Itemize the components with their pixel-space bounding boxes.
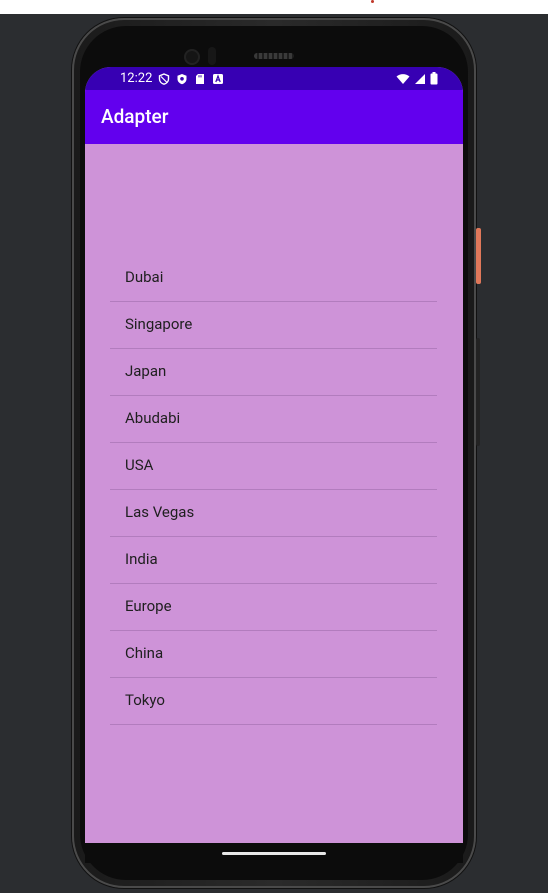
volume-rocker[interactable]: [476, 338, 480, 446]
list-item[interactable]: Tokyo: [110, 678, 437, 725]
status-system-icons: [396, 71, 438, 86]
list-item-label: Europe: [125, 597, 172, 615]
device-screen: 12:22 Adapter Dubai Singapore Japan Abud…: [85, 67, 463, 843]
cell-signal-icon: [415, 73, 425, 84]
list-item[interactable]: Las Vegas: [110, 490, 437, 537]
sd-card-icon: [196, 73, 204, 84]
list-item-label: Tokyo: [125, 691, 165, 709]
list-item-label: Japan: [125, 362, 167, 380]
top-marker-dot: [371, 0, 374, 3]
text-a-icon: [213, 73, 223, 84]
proximity-sensor: [208, 47, 216, 65]
home-gesture-handle[interactable]: [222, 852, 326, 855]
list-item[interactable]: Abudabi: [110, 396, 437, 443]
status-time: 12:22: [120, 71, 153, 86]
list-item-label: Dubai: [125, 268, 164, 286]
list-item-label: India: [125, 550, 158, 568]
list-item[interactable]: Japan: [110, 349, 437, 396]
shield-outline-icon: [158, 72, 170, 85]
status-bar: 12:22: [85, 67, 463, 90]
app-title: Adapter: [101, 105, 169, 128]
list-item[interactable]: India: [110, 537, 437, 584]
country-list[interactable]: Dubai Singapore Japan Abudabi USA Las Ve…: [110, 255, 437, 725]
status-notification-icons: [158, 71, 224, 86]
battery-icon: [430, 72, 438, 85]
earpiece-speaker: [254, 53, 294, 59]
list-item[interactable]: USA: [110, 443, 437, 490]
list-item[interactable]: Dubai: [110, 255, 437, 302]
list-item-label: China: [125, 644, 164, 662]
front-camera-icon: [184, 49, 200, 65]
list-item-label: Abudabi: [125, 409, 181, 427]
list-item-label: Singapore: [125, 315, 193, 333]
shield-filled-icon: [177, 73, 187, 84]
list-item[interactable]: Singapore: [110, 302, 437, 349]
app-bar: Adapter: [85, 90, 463, 144]
top-strip: [0, 0, 548, 14]
list-item-label: USA: [125, 456, 154, 474]
list-item[interactable]: China: [110, 631, 437, 678]
list-item-label: Las Vegas: [125, 503, 195, 521]
list-item[interactable]: Europe: [110, 584, 437, 631]
power-button[interactable]: [476, 228, 481, 284]
wifi-icon: [396, 73, 410, 84]
